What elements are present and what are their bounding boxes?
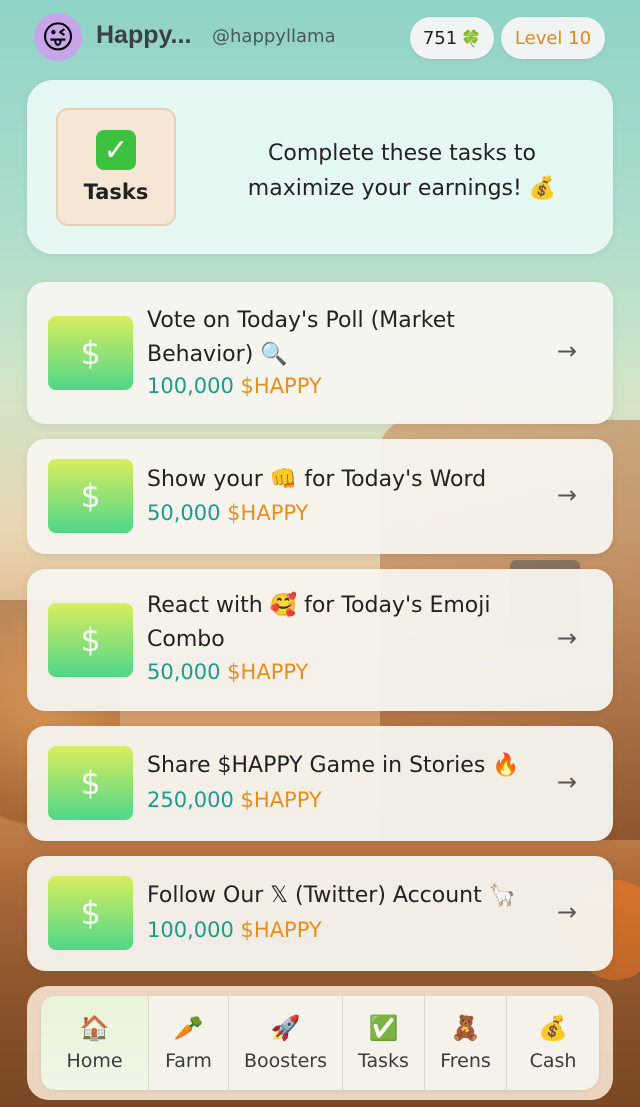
nav-item-home[interactable]: 🏠 Home (41, 996, 149, 1090)
clover-icon: 🍀 (461, 28, 482, 48)
task-reward: 250,000 $HAPPY (147, 788, 322, 812)
task-title: Share $HAPPY Game in Stories 🔥 (147, 753, 520, 778)
checkmark-icon: ✓ (96, 130, 136, 170)
tasks-badge-label: Tasks (83, 180, 149, 204)
arrow-right-icon: → (556, 768, 577, 796)
task-title: React with 🥰 for Today's Emoji Combo (147, 593, 491, 652)
task-title: Follow Our 𝕏 (Twitter) Account 🦙 (147, 883, 517, 908)
rocket-icon: 🚀 (270, 1014, 301, 1042)
money-bag-icon: 💰 (538, 1014, 568, 1042)
user-name: Happy... (96, 21, 192, 49)
arrow-right-icon: → (556, 337, 577, 365)
task-reward: 100,000 $HAPPY (147, 374, 322, 398)
dollar-icon: $ (48, 603, 133, 677)
house-icon: 🏠 (79, 1014, 110, 1042)
carrot-icon: 🥕 (173, 1014, 204, 1042)
score-pill[interactable]: 751 🍀 (410, 17, 494, 59)
reward-amount: 250,000 (147, 788, 234, 812)
reward-amount: 50,000 (147, 501, 221, 525)
teddy-bear-icon: 🧸 (450, 1014, 481, 1042)
dollar-icon: $ (48, 459, 133, 533)
nav-label: Home (66, 1050, 123, 1072)
reward-currency: $HAPPY (240, 788, 322, 812)
task-reward: 50,000 $HAPPY (147, 660, 308, 684)
nav-label: Boosters (243, 1050, 328, 1072)
dollar-icon: $ (48, 316, 133, 390)
nav-item-tasks[interactable]: ✅ Tasks (343, 996, 425, 1090)
bottom-nav: 🏠 Home 🥕 Farm 🚀 Boosters ✅ Tasks 🧸 Frens… (41, 996, 599, 1090)
level-pill[interactable]: Level 10 (501, 17, 605, 59)
tasks-badge: ✓ Tasks (56, 108, 176, 226)
reward-amount: 100,000 (147, 374, 234, 398)
nav-item-farm[interactable]: 🥕 Farm (149, 996, 229, 1090)
task-title: Show your 👊 for Today's Word (147, 467, 487, 492)
avatar[interactable]: 😜 (34, 13, 82, 61)
task-card-share[interactable]: $ Share $HAPPY Game in Stories 🔥 250,000… (27, 726, 613, 841)
nav-item-cash[interactable]: 💰 Cash (507, 996, 599, 1090)
arrow-right-icon: → (556, 481, 577, 509)
arrow-right-icon: → (556, 898, 577, 926)
reward-currency: $HAPPY (240, 918, 322, 942)
task-card-poll[interactable]: $ Vote on Today's Poll (Market Behavior)… (27, 282, 613, 424)
task-card-emoji[interactable]: $ React with 🥰 for Today's Emoji Combo 5… (27, 569, 613, 711)
tasks-banner: ✓ Tasks Complete these tasks to maximize… (27, 80, 613, 254)
user-handle: @happyllama (212, 26, 336, 47)
task-title: Vote on Today's Poll (Market Behavior) 🔍 (147, 308, 455, 367)
reward-currency: $HAPPY (240, 374, 322, 398)
nav-label: Frens (440, 1050, 491, 1072)
bottom-nav-container: 🏠 Home 🥕 Farm 🚀 Boosters ✅ Tasks 🧸 Frens… (27, 986, 613, 1100)
checkmark-icon: ✅ (368, 1014, 399, 1042)
reward-amount: 100,000 (147, 918, 234, 942)
reward-amount: 50,000 (147, 660, 221, 684)
nav-label: Farm (165, 1050, 212, 1072)
task-card-word[interactable]: $ Show your 👊 for Today's Word 50,000 $H… (27, 439, 613, 554)
nav-label: Cash (529, 1050, 577, 1072)
arrow-right-icon: → (556, 624, 577, 652)
nav-item-frens[interactable]: 🧸 Frens (425, 996, 507, 1090)
nav-label: Tasks (358, 1050, 409, 1072)
header: 😜 Happy... @happyllama 751 🍀 Level 10 (0, 0, 640, 76)
reward-currency: $HAPPY (227, 501, 309, 525)
nav-item-boosters[interactable]: 🚀 Boosters (229, 996, 343, 1090)
task-reward: 100,000 $HAPPY (147, 918, 322, 942)
task-reward: 50,000 $HAPPY (147, 501, 308, 525)
dollar-icon: $ (48, 876, 133, 950)
reward-currency: $HAPPY (227, 660, 309, 684)
task-card-follow[interactable]: $ Follow Our 𝕏 (Twitter) Account 🦙 100,0… (27, 856, 613, 971)
banner-description: Complete these tasks to maximize your ea… (247, 141, 557, 201)
score-value: 751 (422, 27, 458, 49)
dollar-icon: $ (48, 746, 133, 820)
